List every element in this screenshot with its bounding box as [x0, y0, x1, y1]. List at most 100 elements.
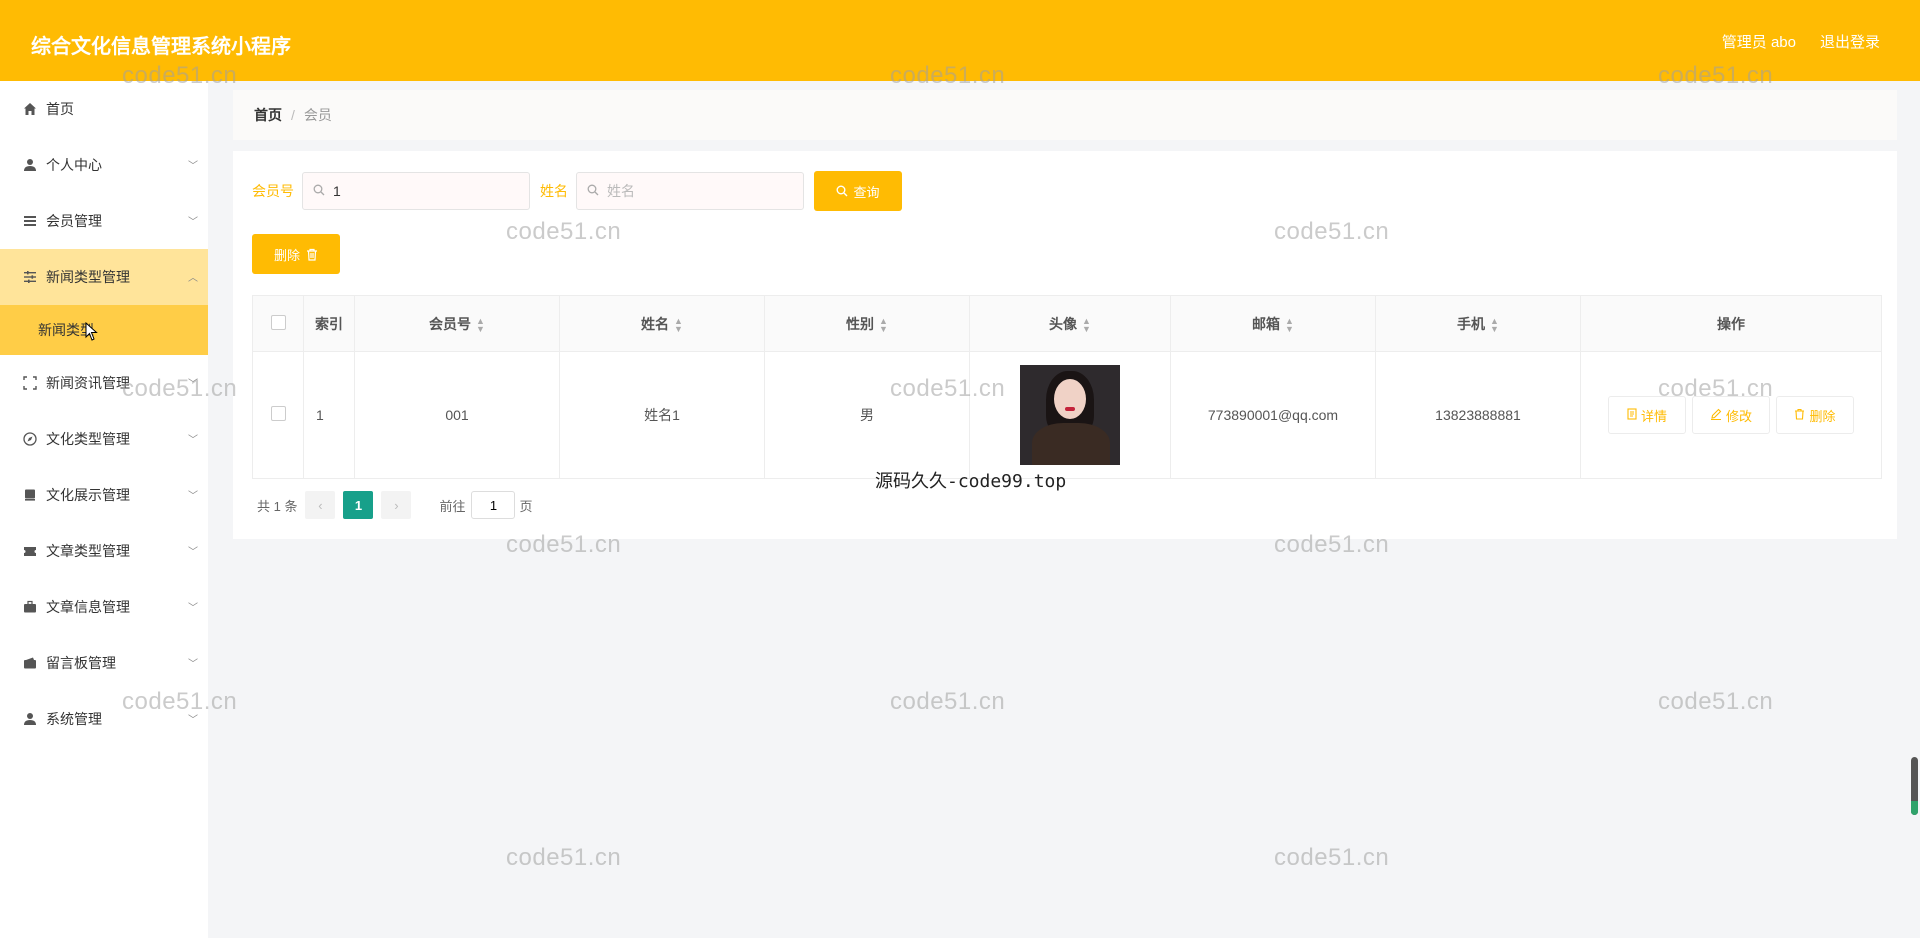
- query-button[interactable]: 查询: [814, 171, 902, 211]
- sidebar-item-system-management[interactable]: 系统管理 ﹀: [0, 691, 208, 747]
- watermark: code51.cn: [1658, 688, 1774, 715]
- member-table: 索引 会员号 ▲ ▼ 姓名 ▲ ▼ 性别 ▲ ▼ 头像 ▲ ▼ 邮箱 ▲ ▼ 手机 ▲ ▼ 操作 1 0…: [252, 295, 1882, 479]
- fullscreen-icon: [22, 375, 38, 391]
- name-input[interactable]: [605, 182, 789, 200]
- admin-user-label[interactable]: 管理员 abo: [1722, 31, 1796, 52]
- member-no-input[interactable]: [331, 182, 515, 200]
- breadcrumb-current: 会员: [303, 107, 332, 123]
- column-header-phone[interactable]: 手机 ▲ ▼: [1375, 295, 1581, 352]
- search-icon: [587, 184, 599, 199]
- sidebar-item-article-type-management[interactable]: 文章类型管理 ﹀: [0, 523, 208, 579]
- column-header-actions: 操作: [1580, 295, 1882, 352]
- next-page-button[interactable]: ›: [381, 491, 412, 519]
- chevron-down-icon: ﹀: [188, 435, 198, 446]
- column-header-avatar[interactable]: 头像 ▲ ▼: [969, 295, 1171, 352]
- sort-icon[interactable]: ▲ ▼: [1082, 316, 1091, 333]
- menu-icon: [22, 213, 38, 229]
- top-header: 综合文化信息管理系统小程序 管理员 abo 退出登录: [0, 0, 1920, 81]
- sidebar-item-label: 新闻资讯管理: [46, 375, 130, 391]
- sidebar-item-label: 留言板管理: [46, 655, 116, 671]
- delete-button-label: 删除: [273, 247, 300, 263]
- page-suffix-label: 页: [519, 498, 533, 514]
- column-header-email[interactable]: 邮箱 ▲ ▼: [1170, 295, 1376, 352]
- page-scrollbar[interactable]: [1911, 757, 1918, 815]
- column-header-name[interactable]: 姓名 ▲ ▼: [559, 295, 765, 352]
- search-icon: [836, 185, 848, 197]
- watermark: code51.cn: [890, 688, 1006, 715]
- sidebar-item-label: 新闻类型管理: [46, 269, 130, 285]
- chevron-down-icon: ﹀: [188, 715, 198, 726]
- breadcrumb-home[interactable]: 首页: [254, 105, 282, 125]
- select-all-checkbox[interactable]: [270, 314, 286, 330]
- chevron-down-icon: ﹀: [188, 659, 198, 670]
- query-button-label: 查询: [853, 184, 880, 200]
- row-checkbox[interactable]: [270, 406, 286, 421]
- mouse-cursor-icon: [85, 322, 98, 341]
- admin-icon: [22, 711, 38, 727]
- goto-label: 前往: [439, 498, 466, 514]
- chevron-down-icon: ﹀: [188, 217, 198, 228]
- row-select-cell: [252, 351, 304, 479]
- detail-button[interactable]: 详情: [1608, 396, 1686, 434]
- batch-delete-button[interactable]: 删除: [252, 234, 340, 274]
- select-all-cell: [252, 295, 304, 352]
- sidebar-item-label: 文化展示管理: [46, 487, 130, 503]
- sidebar-item-label: 会员管理: [46, 213, 102, 229]
- cell-actions: 详情 修改 删除: [1580, 351, 1882, 479]
- cell-avatar: [969, 351, 1171, 479]
- logout-link[interactable]: 退出登录: [1820, 31, 1880, 52]
- sidebar-item-label: 系统管理: [46, 711, 102, 727]
- cell-member-no: 001: [354, 351, 560, 479]
- sort-icon[interactable]: ▲ ▼: [1285, 316, 1294, 333]
- column-header-member-no[interactable]: 会员号 ▲ ▼: [354, 295, 560, 352]
- avatar[interactable]: [1020, 365, 1120, 465]
- sidebar: 首页 个人中心 ﹀ 会员管理 ﹀ 新闻类型管理 ︿ 新闻类型 新闻资讯管理 ﹀: [0, 81, 208, 938]
- sidebar-subitem-news-type[interactable]: 新闻类型: [0, 305, 208, 355]
- sidebar-item-culture-type-management[interactable]: 文化类型管理 ﹀: [0, 411, 208, 467]
- chevron-down-icon: ﹀: [188, 491, 198, 502]
- pagination-total: 共 1 条: [257, 498, 298, 514]
- sidebar-item-label: 个人中心: [46, 157, 102, 173]
- document-icon: [1627, 407, 1637, 423]
- chevron-down-icon: ﹀: [188, 161, 198, 172]
- sort-icon[interactable]: ▲ ▼: [476, 316, 485, 333]
- sidebar-item-label: 文化类型管理: [46, 431, 130, 447]
- sidebar-item-label: 文章信息管理: [46, 599, 130, 615]
- prev-page-button[interactable]: ‹: [305, 491, 336, 519]
- cell-phone: 13823888881: [1375, 351, 1581, 479]
- sort-icon[interactable]: ▲ ▼: [1490, 316, 1499, 333]
- sidebar-item-label: 首页: [46, 101, 74, 117]
- member-no-label: 会员号: [252, 183, 294, 199]
- sidebar-item-member-management[interactable]: 会员管理 ﹀: [0, 193, 208, 249]
- page-number-current[interactable]: 1: [343, 491, 374, 519]
- member-no-field: [302, 172, 530, 210]
- sidebar-item-home[interactable]: 首页: [0, 81, 208, 137]
- edit-button[interactable]: 修改: [1692, 396, 1770, 434]
- cell-name: 姓名1: [559, 351, 765, 479]
- cell-index: 1: [303, 351, 355, 479]
- trash-icon: [306, 248, 318, 261]
- sort-icon[interactable]: ▲ ▼: [674, 316, 683, 333]
- app-title: 综合文化信息管理系统小程序: [31, 36, 291, 58]
- sidebar-item-culture-display-management[interactable]: 文化展示管理 ﹀: [0, 467, 208, 523]
- table-header-row: 索引 会员号 ▲ ▼ 姓名 ▲ ▼ 性别 ▲ ▼ 头像 ▲ ▼ 邮箱 ▲ ▼ 手机 ▲ ▼ 操作: [252, 295, 1882, 352]
- sidebar-item-news-type-management[interactable]: 新闻类型管理 ︿: [0, 249, 208, 305]
- sidebar-item-message-board-management[interactable]: 留言板管理 ﹀: [0, 635, 208, 691]
- column-header-gender[interactable]: 性别 ▲ ▼: [764, 295, 970, 352]
- sort-icon[interactable]: ▲ ▼: [879, 316, 888, 333]
- chevron-down-icon: ﹀: [188, 547, 198, 558]
- goto-page-input[interactable]: [471, 491, 516, 519]
- compass-icon: [22, 431, 38, 447]
- table-row: 1 001 姓名1 男 773890001@qq.com 13823888881: [252, 351, 1882, 479]
- chevron-down-icon: ﹀: [188, 603, 198, 614]
- watermark: code51.cn: [1274, 844, 1390, 871]
- sidebar-item-news-info-management[interactable]: 新闻资讯管理 ﹀: [0, 355, 208, 411]
- sidebar-item-personal-center[interactable]: 个人中心 ﹀: [0, 137, 208, 193]
- chevron-up-icon: ︿: [188, 273, 198, 284]
- home-icon: [22, 101, 38, 117]
- wallet-icon: [22, 655, 38, 671]
- sidebar-item-article-info-management[interactable]: 文章信息管理 ﹀: [0, 579, 208, 635]
- row-delete-button[interactable]: 删除: [1776, 396, 1854, 434]
- trash-icon: [1794, 408, 1805, 423]
- chevron-down-icon: ﹀: [188, 379, 198, 390]
